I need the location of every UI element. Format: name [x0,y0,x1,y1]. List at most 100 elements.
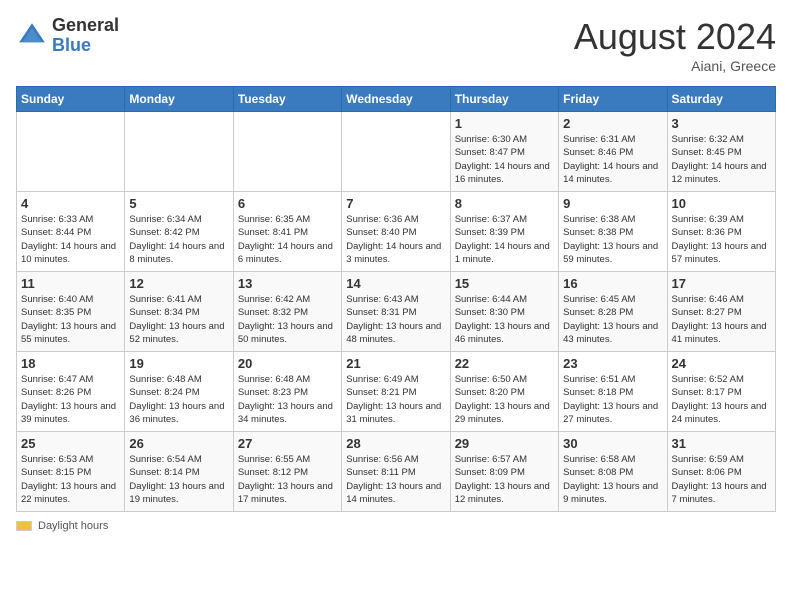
day-number: 12 [129,276,228,291]
day-number: 9 [563,196,662,211]
calendar-body: 1 Sunrise: 6:30 AM Sunset: 8:47 PM Daylig… [17,112,776,512]
day-info: Sunrise: 6:47 AM Sunset: 8:26 PM Dayligh… [21,373,120,426]
calendar-cell: 24 Sunrise: 6:52 AM Sunset: 8:17 PM Dayli… [667,352,775,432]
logo-general: General [52,16,119,36]
legend-label: Daylight hours [38,520,108,532]
calendar-cell: 7Sunrise: 6:36 AM Sunset: 8:40 PM Daylig… [342,192,450,272]
calendar-cell: 31 Sunrise: 6:59 AM Sunset: 8:06 PM Dayli… [667,432,775,512]
day-number: 2 [563,116,662,131]
day-info: Sunrise: 6:30 AM Sunset: 8:47 PM Dayligh… [455,133,554,186]
weekday-header-friday: Friday [559,87,667,112]
day-info: Sunrise: 6:48 AM Sunset: 8:24 PM Dayligh… [129,373,228,426]
calendar-cell: 9 Sunrise: 6:38 AM Sunset: 8:38 PM Daylig… [559,192,667,272]
calendar-week-2: 4Sunrise: 6:33 AM Sunset: 8:44 PM Daylig… [17,192,776,272]
day-number: 8 [455,196,554,211]
logo-icon [16,20,48,52]
day-number: 4 [21,196,120,211]
location: Aiani, Greece [574,58,776,74]
calendar-cell: 12 Sunrise: 6:41 AM Sunset: 8:34 PM Dayli… [125,272,233,352]
day-info: Sunrise: 6:34 AM Sunset: 8:42 PM Dayligh… [129,213,228,266]
day-number: 13 [238,276,337,291]
day-info: Sunrise: 6:37 AM Sunset: 8:39 PM Dayligh… [455,213,554,266]
calendar-cell: 3Sunrise: 6:32 AM Sunset: 8:45 PM Daylig… [667,112,775,192]
day-info: Sunrise: 6:42 AM Sunset: 8:32 PM Dayligh… [238,293,337,346]
calendar-cell: 26 Sunrise: 6:54 AM Sunset: 8:14 PM Dayli… [125,432,233,512]
day-info: Sunrise: 6:48 AM Sunset: 8:23 PM Dayligh… [238,373,337,426]
day-number: 29 [455,436,554,451]
day-info: Sunrise: 6:44 AM Sunset: 8:30 PM Dayligh… [455,293,554,346]
calendar-table: SundayMondayTuesdayWednesdayThursdayFrid… [16,86,776,512]
calendar-week-1: 1 Sunrise: 6:30 AM Sunset: 8:47 PM Daylig… [17,112,776,192]
day-info: Sunrise: 6:59 AM Sunset: 8:06 PM Dayligh… [672,453,771,506]
calendar-cell: 8 Sunrise: 6:37 AM Sunset: 8:39 PM Daylig… [450,192,558,272]
month-year: August 2024 [574,16,776,58]
day-number: 25 [21,436,120,451]
title-block: August 2024 Aiani, Greece [574,16,776,74]
calendar-cell: 21 Sunrise: 6:49 AM Sunset: 8:21 PM Dayli… [342,352,450,432]
day-info: Sunrise: 6:57 AM Sunset: 8:09 PM Dayligh… [455,453,554,506]
calendar-cell: 25 Sunrise: 6:53 AM Sunset: 8:15 PM Dayli… [17,432,125,512]
day-info: Sunrise: 6:31 AM Sunset: 8:46 PM Dayligh… [563,133,662,186]
weekday-header-thursday: Thursday [450,87,558,112]
day-number: 24 [672,356,771,371]
calendar-cell: 28 Sunrise: 6:56 AM Sunset: 8:11 PM Dayli… [342,432,450,512]
day-number: 20 [238,356,337,371]
calendar-cell [17,112,125,192]
day-number: 19 [129,356,228,371]
day-info: Sunrise: 6:53 AM Sunset: 8:15 PM Dayligh… [21,453,120,506]
day-info: Sunrise: 6:39 AM Sunset: 8:36 PM Dayligh… [672,213,771,266]
calendar-cell: 4Sunrise: 6:33 AM Sunset: 8:44 PM Daylig… [17,192,125,272]
day-info: Sunrise: 6:45 AM Sunset: 8:28 PM Dayligh… [563,293,662,346]
day-number: 7 [346,196,445,211]
day-info: Sunrise: 6:54 AM Sunset: 8:14 PM Dayligh… [129,453,228,506]
day-number: 18 [21,356,120,371]
calendar-cell: 13 Sunrise: 6:42 AM Sunset: 8:32 PM Dayli… [233,272,341,352]
day-number: 28 [346,436,445,451]
calendar-cell: 19 Sunrise: 6:48 AM Sunset: 8:24 PM Dayli… [125,352,233,432]
day-info: Sunrise: 6:52 AM Sunset: 8:17 PM Dayligh… [672,373,771,426]
day-info: Sunrise: 6:46 AM Sunset: 8:27 PM Dayligh… [672,293,771,346]
calendar-cell: 11Sunrise: 6:40 AM Sunset: 8:35 PM Dayli… [17,272,125,352]
day-info: Sunrise: 6:55 AM Sunset: 8:12 PM Dayligh… [238,453,337,506]
logo: General Blue [16,16,119,56]
calendar-cell: 16Sunrise: 6:45 AM Sunset: 8:28 PM Dayli… [559,272,667,352]
day-info: Sunrise: 6:43 AM Sunset: 8:31 PM Dayligh… [346,293,445,346]
day-number: 22 [455,356,554,371]
calendar-cell: 14 Sunrise: 6:43 AM Sunset: 8:31 PM Dayli… [342,272,450,352]
day-info: Sunrise: 6:38 AM Sunset: 8:38 PM Dayligh… [563,213,662,266]
day-number: 21 [346,356,445,371]
calendar-cell: 22 Sunrise: 6:50 AM Sunset: 8:20 PM Dayli… [450,352,558,432]
calendar-cell [342,112,450,192]
logo-text: General Blue [52,16,119,56]
day-number: 26 [129,436,228,451]
legend: Daylight hours [16,520,776,532]
weekday-header-sunday: Sunday [17,87,125,112]
calendar-cell: 30Sunrise: 6:58 AM Sunset: 8:08 PM Dayli… [559,432,667,512]
calendar-cell: 20 Sunrise: 6:48 AM Sunset: 8:23 PM Dayli… [233,352,341,432]
calendar-week-3: 11Sunrise: 6:40 AM Sunset: 8:35 PM Dayli… [17,272,776,352]
day-info: Sunrise: 6:41 AM Sunset: 8:34 PM Dayligh… [129,293,228,346]
page-header: General Blue August 2024 Aiani, Greece [16,16,776,74]
day-info: Sunrise: 6:49 AM Sunset: 8:21 PM Dayligh… [346,373,445,426]
calendar-cell: 17Sunrise: 6:46 AM Sunset: 8:27 PM Dayli… [667,272,775,352]
day-number: 31 [672,436,771,451]
calendar-cell: 23Sunrise: 6:51 AM Sunset: 8:18 PM Dayli… [559,352,667,432]
calendar-cell: 5Sunrise: 6:34 AM Sunset: 8:42 PM Daylig… [125,192,233,272]
calendar-week-5: 25 Sunrise: 6:53 AM Sunset: 8:15 PM Dayli… [17,432,776,512]
calendar-cell [233,112,341,192]
day-number: 1 [455,116,554,131]
day-number: 14 [346,276,445,291]
day-number: 30 [563,436,662,451]
calendar-cell: 27Sunrise: 6:55 AM Sunset: 8:12 PM Dayli… [233,432,341,512]
calendar-cell: 15Sunrise: 6:44 AM Sunset: 8:30 PM Dayli… [450,272,558,352]
day-info: Sunrise: 6:56 AM Sunset: 8:11 PM Dayligh… [346,453,445,506]
logo-blue: Blue [52,36,119,56]
day-info: Sunrise: 6:50 AM Sunset: 8:20 PM Dayligh… [455,373,554,426]
calendar-week-4: 18 Sunrise: 6:47 AM Sunset: 8:26 PM Dayli… [17,352,776,432]
day-info: Sunrise: 6:51 AM Sunset: 8:18 PM Dayligh… [563,373,662,426]
day-number: 6 [238,196,337,211]
day-info: Sunrise: 6:40 AM Sunset: 8:35 PM Dayligh… [21,293,120,346]
weekday-row: SundayMondayTuesdayWednesdayThursdayFrid… [17,87,776,112]
weekday-header-monday: Monday [125,87,233,112]
day-info: Sunrise: 6:32 AM Sunset: 8:45 PM Dayligh… [672,133,771,186]
